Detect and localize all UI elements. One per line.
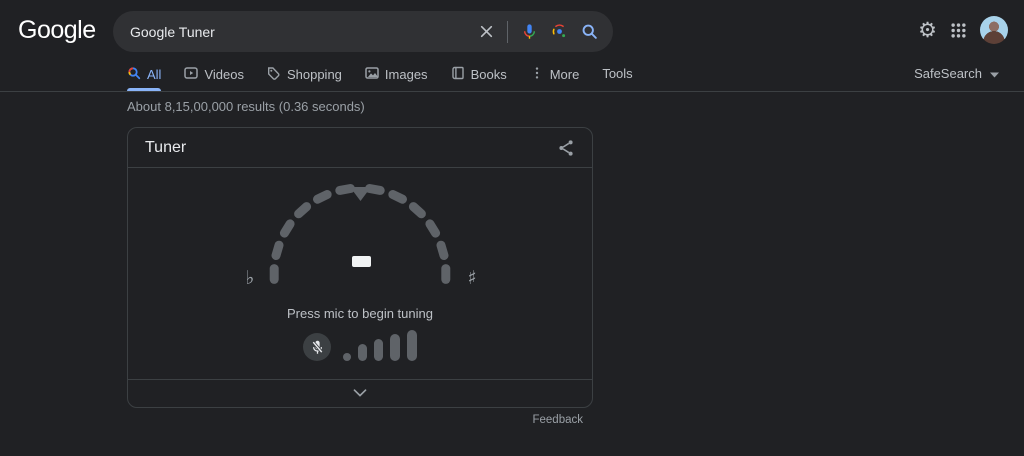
clear-icon[interactable] xyxy=(479,24,494,39)
tools-link[interactable]: Tools xyxy=(602,66,632,85)
tab-shopping[interactable]: Shopping xyxy=(267,60,342,91)
search-submit-icon[interactable] xyxy=(581,23,598,40)
results-tabbar: All Videos Shopping Images Books More To… xyxy=(127,60,633,91)
tuner-title: Tuner xyxy=(145,138,187,156)
google-lens-icon[interactable] xyxy=(551,23,568,40)
tab-label: More xyxy=(549,67,580,82)
settings-gear-icon[interactable]: ⚙ xyxy=(918,19,937,41)
tuner-body: ♭ ♯ Press mic to begin tuning xyxy=(128,168,592,379)
gauge-segment xyxy=(388,190,407,204)
note-display xyxy=(352,256,371,267)
google-apps-icon[interactable] xyxy=(951,22,966,38)
mic-button[interactable] xyxy=(303,333,331,361)
tab-more[interactable]: More xyxy=(530,60,580,91)
picture-frame-icon xyxy=(365,66,379,83)
volume-bar xyxy=(343,353,351,361)
tuner-card: Tuner ♭ ♯ Press mic to begin tuning xyxy=(127,127,593,408)
gauge-segment xyxy=(436,240,449,260)
chevron-down-icon xyxy=(353,389,367,397)
results-stats: About 8,15,00,000 results (0.36 seconds) xyxy=(127,99,365,114)
mic-row xyxy=(128,330,592,362)
feedback-link[interactable]: Feedback xyxy=(532,414,583,426)
volume-bar xyxy=(358,344,367,361)
tab-videos[interactable]: Videos xyxy=(184,60,244,91)
caret-down-icon xyxy=(990,66,999,81)
volume-bars xyxy=(343,330,417,362)
gauge-segment xyxy=(425,219,441,238)
gauge-segment xyxy=(365,184,385,195)
tab-all[interactable]: All xyxy=(127,60,162,91)
google-logo[interactable]: Google xyxy=(18,16,96,45)
book-icon xyxy=(451,66,465,83)
gauge-segment xyxy=(313,190,332,204)
tuner-expand-button[interactable] xyxy=(128,379,592,406)
feedback-row: Feedback xyxy=(127,414,593,426)
volume-bar xyxy=(407,330,417,361)
header-divider xyxy=(0,91,1024,92)
tab-books[interactable]: Books xyxy=(451,60,507,91)
search-divider xyxy=(507,20,508,43)
tab-label: Shopping xyxy=(286,67,342,82)
gauge-segment xyxy=(335,184,355,195)
search-bar[interactable] xyxy=(113,11,613,52)
gauge-segment xyxy=(408,202,426,219)
gauge-segment xyxy=(279,219,295,238)
gauge-segment xyxy=(271,240,284,260)
flat-symbol: ♭ xyxy=(246,267,255,289)
search-colored-icon xyxy=(127,66,141,83)
volume-bar xyxy=(374,339,383,361)
safesearch-label: SafeSearch xyxy=(914,66,982,81)
safesearch-control[interactable]: SafeSearch xyxy=(914,66,999,81)
search-input[interactable] xyxy=(130,23,479,40)
profile-avatar[interactable] xyxy=(980,16,1008,44)
tuner-card-header: Tuner xyxy=(128,128,592,168)
play-box-icon xyxy=(184,66,199,83)
vertical-ellipsis-icon xyxy=(530,66,544,83)
tab-label: All xyxy=(147,67,162,82)
voice-search-icon[interactable] xyxy=(521,23,538,40)
share-icon[interactable] xyxy=(557,139,575,157)
volume-bar xyxy=(390,334,400,361)
tuner-instruction: Press mic to begin tuning xyxy=(287,306,433,321)
price-tag-icon xyxy=(267,66,281,83)
mic-off-icon xyxy=(311,340,323,354)
gauge-segment xyxy=(294,202,312,219)
tab-label: Books xyxy=(470,67,507,82)
tab-images[interactable]: Images xyxy=(365,60,428,91)
tab-label: Images xyxy=(384,67,428,82)
sharp-symbol: ♯ xyxy=(467,267,476,289)
tab-label: Videos xyxy=(204,67,244,82)
